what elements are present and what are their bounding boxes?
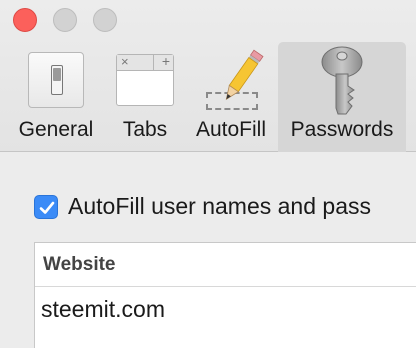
tabs-icon: × + bbox=[116, 53, 174, 106]
autofill-checkbox-label[interactable]: AutoFill user names and pass bbox=[68, 193, 371, 220]
switch-icon bbox=[28, 52, 84, 108]
tab-general-label: General bbox=[18, 118, 94, 141]
tab-tabs-label: Tabs bbox=[122, 118, 168, 141]
tab-autofill-label: AutoFill bbox=[195, 118, 267, 141]
tab-passwords[interactable]: Passwords bbox=[278, 42, 406, 152]
passwords-table: Website steemit.com bbox=[34, 242, 416, 348]
key-icon bbox=[318, 46, 366, 116]
tab-general[interactable]: General bbox=[8, 42, 104, 152]
tab-passwords-label: Passwords bbox=[290, 118, 394, 141]
passwords-pane: AutoFill user names and pass Website ste… bbox=[0, 153, 416, 348]
minimize-button[interactable] bbox=[53, 8, 77, 32]
pencil-icon bbox=[204, 46, 264, 110]
tab-autofill[interactable]: AutoFill bbox=[186, 42, 276, 152]
safari-preferences-window: General × + Tabs AutoFill Passwords Auto… bbox=[0, 0, 416, 348]
column-header-website[interactable]: Website bbox=[43, 254, 116, 276]
table-row[interactable]: steemit.com bbox=[35, 288, 416, 328]
table-header: Website bbox=[35, 243, 416, 287]
checkmark-icon bbox=[39, 201, 55, 214]
website-cell[interactable]: steemit.com bbox=[41, 296, 165, 323]
preferences-toolbar: General × + Tabs AutoFill Passwords bbox=[0, 0, 416, 152]
zoom-button[interactable] bbox=[93, 8, 117, 32]
autofill-checkbox[interactable] bbox=[34, 195, 58, 219]
close-button[interactable] bbox=[13, 8, 37, 32]
tab-tabs[interactable]: × + Tabs bbox=[104, 42, 186, 152]
